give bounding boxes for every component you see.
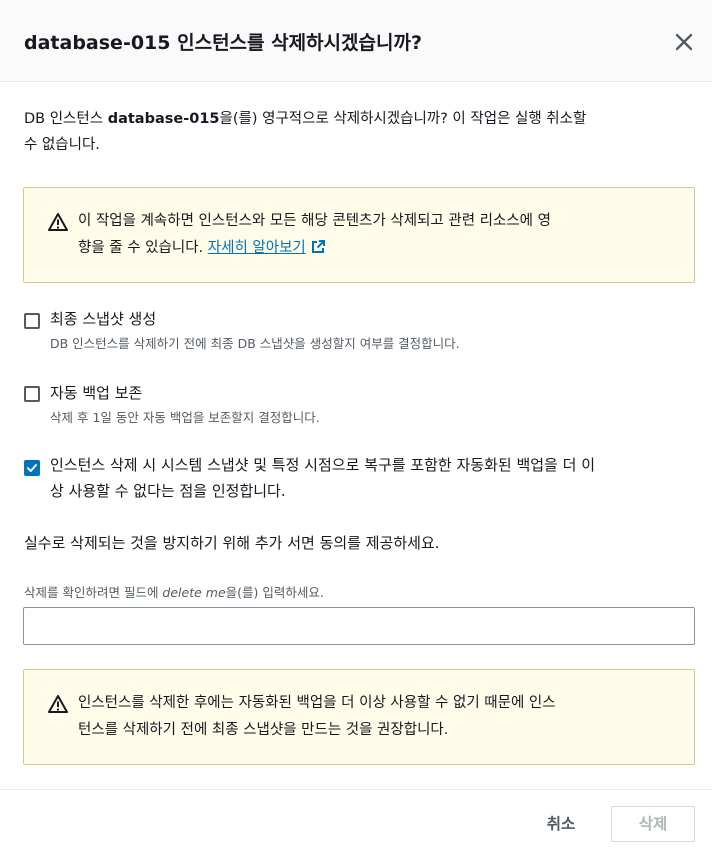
final-snapshot-description: DB 인스턴스를 삭제하기 전에 최종 DB 스냅샷을 생성할지 여부를 결정합…: [50, 336, 460, 351]
recommendation-line2: 턴스를 삭제하기 전에 최종 스냅샷을 만드는 것을 권장합니다.: [78, 722, 449, 738]
dialog-footer: 취소 삭제: [0, 789, 712, 856]
warning-alert: 이 작업을 계속하면 인스턴스와 모든 해당 콘텐츠가 삭제되고 관련 리소스에…: [23, 187, 695, 283]
recommendation-line1: 인스턴스를 삭제한 후에는 자동화된 백업을 더 이상 사용할 수 없기 때문에…: [78, 695, 556, 711]
acknowledge-checkbox[interactable]: [24, 460, 40, 476]
learn-more-label: 자세히 알아보기: [207, 240, 306, 256]
retain-backups-checkbox[interactable]: [24, 386, 40, 402]
external-link-icon: [310, 238, 326, 254]
retain-backups-description: 삭제 후 1일 동안 자동 백업을 보존할지 결정합니다.: [50, 410, 320, 425]
confirm-delete-input[interactable]: [23, 607, 695, 645]
acknowledge-line1: 인스턴스 삭제 시 시스템 스냅샷 및 특정 시점으로 복구를 포함한 자동화된…: [50, 456, 595, 474]
final-snapshot-checkbox[interactable]: [24, 313, 40, 329]
warning-line2: 향을 줄 수 있습니다.: [78, 240, 208, 256]
cancel-button[interactable]: 취소: [533, 808, 589, 840]
confirm-field-label: 삭제를 확인하려면 필드에 delete me을(를) 입력하세요.: [24, 582, 324, 601]
learn-more-link[interactable]: 자세히 알아보기: [208, 240, 326, 256]
warning-icon: [48, 212, 68, 232]
acknowledge-line2: 상 사용할 수 없다는 점을 인정합니다.: [50, 482, 286, 500]
field-keyword: delete me: [162, 585, 226, 600]
check-icon: [27, 464, 37, 472]
dialog-title: database-015 인스턴스를 삭제하시겠습니까?: [24, 32, 422, 54]
warning-icon: [48, 694, 68, 714]
intro-line2: 수 없습니다.: [24, 137, 100, 153]
instance-name: database-015: [107, 111, 220, 127]
close-icon[interactable]: [672, 30, 696, 54]
snapshot-recommendation-alert: 인스턴스를 삭제한 후에는 자동화된 백업을 더 이상 사용할 수 없기 때문에…: [23, 669, 695, 765]
final-snapshot-label: 최종 스냅샷 생성: [50, 310, 157, 328]
intro-prefix: DB 인스턴스: [24, 111, 108, 127]
dialog-header: database-015 인스턴스를 삭제하시겠습니까?: [0, 0, 712, 82]
field-prefix: 삭제를 확인하려면 필드에: [24, 585, 163, 600]
retain-backups-label: 자동 백업 보존: [50, 384, 143, 402]
intro-text: DB 인스턴스 database-015을(를) 영구적으로 삭제하시겠습니까?…: [24, 106, 688, 158]
field-suffix: 을(를) 입력하세요.: [225, 585, 324, 600]
intro-suffix: 을(를) 영구적으로 삭제하시겠습니까? 이 작업은 실행 취소할: [219, 111, 587, 127]
delete-button[interactable]: 삭제: [611, 806, 695, 842]
confirm-instruction: 실수로 삭제되는 것을 방지하기 위해 추가 서면 동의를 제공하세요.: [24, 534, 440, 552]
acknowledge-label: 인스턴스 삭제 시 시스템 스냅샷 및 특정 시점으로 복구를 포함한 자동화된…: [50, 452, 595, 504]
warning-line1: 이 작업을 계속하면 인스턴스와 모든 해당 콘텐츠가 삭제되고 관련 리소스에…: [78, 213, 551, 229]
